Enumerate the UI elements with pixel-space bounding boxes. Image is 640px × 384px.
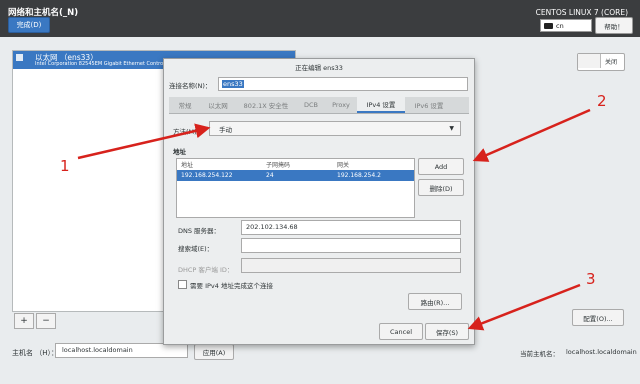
column-header-address: 地址: [181, 162, 194, 169]
require-ipv4-checkbox[interactable]: [178, 280, 187, 289]
address-heading: 地址: [173, 148, 186, 156]
delete-address-button[interactable]: 删除(D): [418, 179, 464, 196]
toggle-label: 关闭: [605, 59, 618, 66]
tab-ipv4-settings[interactable]: IPv4 设置: [357, 97, 405, 113]
connection-name-input[interactable]: ens33: [218, 77, 468, 91]
os-label: CENTOS LINUX 7 (CORE): [535, 8, 628, 17]
keyboard-layout-label: cn: [556, 21, 564, 30]
help-button[interactable]: 帮助！: [595, 17, 633, 34]
cancel-button[interactable]: Cancel: [379, 323, 423, 340]
toggle-knob: [578, 54, 601, 68]
current-hostname-value: localhost.localdomain: [566, 348, 637, 356]
require-ipv4-label: 需要 IPv4 地址完成这个连接: [190, 282, 273, 290]
keyboard-icon: [544, 22, 553, 29]
search-domain-label: 搜索域(E)：: [178, 245, 214, 253]
add-interface-button[interactable]: +: [14, 313, 34, 329]
tab-dcb[interactable]: DCB: [297, 97, 325, 113]
column-header-netmask: 子网掩码: [266, 162, 291, 169]
dns-input[interactable]: 202.102.134.68: [241, 220, 461, 235]
apply-button[interactable]: 应用(A): [194, 344, 234, 360]
tab-ethernet[interactable]: 以太网: [201, 97, 235, 113]
chevron-down-icon: ▼: [449, 125, 454, 132]
netmask-cell: 24: [266, 172, 274, 179]
address-table[interactable]: 地址 子网掩码 网关 192.168.254.122 24 192.168.25…: [176, 158, 415, 218]
annotation-label-2: 2: [597, 92, 607, 110]
tab-proxy[interactable]: Proxy: [325, 97, 357, 113]
dhcp-client-id-input: [241, 258, 461, 273]
configure-button[interactable]: 配置(O)...: [572, 309, 624, 326]
settings-tabs: 常规 以太网 802.1X 安全性 DCB Proxy IPv4 设置 IPv6…: [169, 97, 469, 114]
keyboard-layout-indicator[interactable]: cn: [540, 19, 592, 32]
add-address-button[interactable]: Add: [418, 158, 464, 175]
network-icon: [16, 54, 23, 61]
annotation-label-1: 1: [60, 157, 70, 175]
routes-button[interactable]: 路由(R)...: [408, 293, 462, 310]
table-row[interactable]: 192.168.254.122 24 192.168.254.2: [177, 170, 414, 181]
annotation-arrow-3: [467, 283, 581, 331]
hostname-label: 主机名 （H）：: [12, 349, 58, 357]
gateway-cell: 192.168.254.2: [337, 172, 381, 179]
remove-interface-button[interactable]: −: [36, 313, 56, 329]
annotation-label-3: 3: [586, 270, 596, 288]
dhcp-client-id-label: DHCP 客户端 ID：: [178, 266, 234, 274]
method-select[interactable]: 手动 ▼: [209, 121, 461, 136]
connection-name-value: ens33: [222, 80, 244, 88]
hostname-input[interactable]: localhost.localdomain: [55, 343, 188, 358]
dialog-title: 正在编辑 ens33: [295, 64, 343, 72]
done-button[interactable]: 完成(D): [8, 17, 50, 33]
interface-toggle-switch[interactable]: 关闭: [577, 53, 625, 71]
current-hostname-label: 当前主机名：: [520, 350, 559, 358]
annotation-arrow-2: [472, 108, 591, 162]
method-value: 手动: [219, 126, 232, 134]
tab-ipv6-settings[interactable]: IPv6 设置: [405, 97, 453, 113]
address-cell: 192.168.254.122: [181, 172, 233, 179]
tab-general[interactable]: 常规: [169, 97, 201, 113]
edit-connection-dialog: 正在编辑 ens33 连接名称(N)： ens33 常规 以太网 802.1X …: [163, 58, 475, 345]
method-label: 方法(M)：: [173, 128, 204, 136]
dns-label: DNS 服务器：: [178, 227, 221, 235]
connection-name-label: 连接名称(N)：: [169, 82, 212, 90]
save-button[interactable]: 保存(S): [425, 323, 469, 340]
search-domain-input[interactable]: [241, 238, 461, 253]
tab-8021x-security[interactable]: 802.1X 安全性: [235, 97, 297, 113]
column-header-gateway: 网关: [337, 162, 350, 169]
